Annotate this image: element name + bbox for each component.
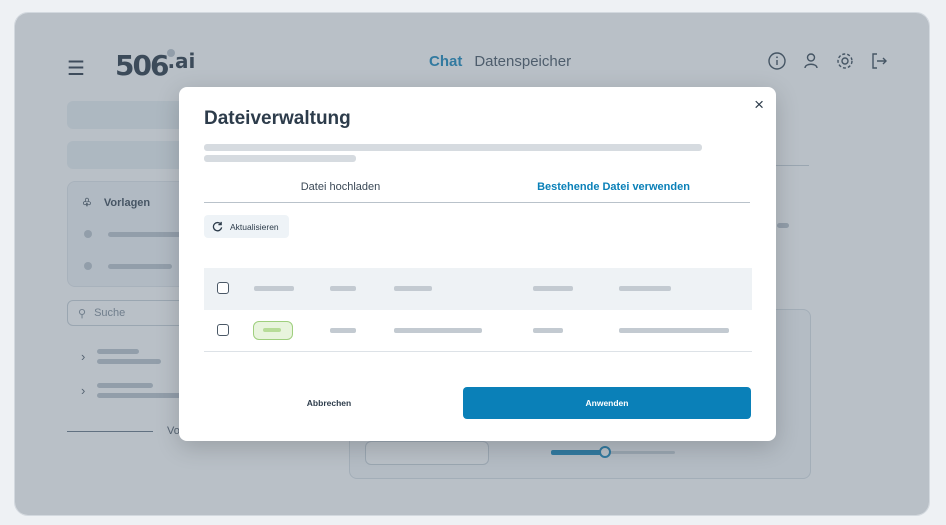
tab-upload[interactable]: Datei hochladen (204, 179, 477, 202)
table-cell (394, 328, 482, 333)
header-cell (254, 286, 294, 291)
table-row[interactable] (204, 310, 752, 352)
modal-title: Dateiverwaltung (204, 108, 351, 129)
description-bar (204, 155, 356, 162)
description-bar (204, 144, 702, 151)
cancel-button[interactable]: Abbrechen (204, 387, 454, 419)
table-cell (619, 328, 729, 333)
refresh-label: Aktualisieren (230, 221, 279, 232)
table-cell (330, 328, 356, 333)
refresh-button[interactable]: Aktualisieren (204, 215, 289, 238)
header-cell (619, 286, 671, 291)
apply-button[interactable]: Anwenden (463, 387, 751, 419)
close-icon[interactable]: × (754, 95, 764, 115)
file-type-badge (253, 321, 293, 340)
header-cell (533, 286, 573, 291)
select-all-checkbox[interactable] (217, 282, 229, 294)
header-cell (330, 286, 356, 291)
header-cell (394, 286, 432, 291)
table-cell (533, 328, 563, 333)
row-checkbox[interactable] (217, 324, 229, 336)
table-header-row (204, 268, 752, 310)
tab-existing-file[interactable]: Bestehende Datei verwenden (477, 179, 750, 202)
file-management-modal: Dateiverwaltung × Datei hochladen Besteh… (179, 87, 776, 441)
modal-tabs: Datei hochladen Bestehende Datei verwend… (204, 179, 750, 203)
refresh-icon (212, 221, 223, 232)
